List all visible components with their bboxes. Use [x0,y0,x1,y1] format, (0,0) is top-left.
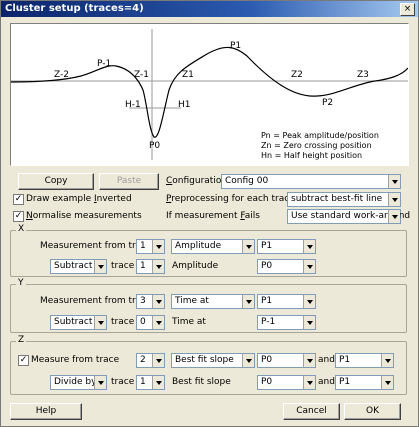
label-z2: Z2 [291,70,303,80]
label-z1: Z1 [182,70,194,80]
preprocessing-label: Preprocessing for each trace [166,194,295,204]
z-trace-label: trace [111,377,135,387]
chevron-down-icon[interactable] [152,240,164,253]
config-label: Configuration [166,176,228,186]
chevron-down-icon[interactable] [242,295,254,308]
legend-zero: Zn = Zero crossing position [261,141,372,150]
chevron-down-icon[interactable] [152,376,164,389]
label-z-2: Z-2 [54,70,69,80]
chevron-down-icon[interactable] [242,240,254,253]
preprocessing-select[interactable]: subtract best-fit line [287,192,401,207]
paste-button[interactable]: Paste [99,173,159,190]
chevron-down-icon[interactable] [303,260,315,273]
label-z-1: Z-1 [134,70,149,80]
chevron-down-icon[interactable] [388,175,400,188]
x-point2-select[interactable]: P0 [257,259,316,274]
fails-select[interactable]: Use standard work-around [287,209,410,224]
y-point-select[interactable]: P1 [257,294,316,309]
chevron-down-icon[interactable] [303,354,315,367]
copy-button[interactable]: Copy [18,173,94,190]
label-p-1: P-1 [97,59,112,69]
z-measure-label: Measure from trace [31,355,120,365]
configuration-select[interactable]: Config 00 [221,174,401,189]
chevron-down-icon[interactable] [94,316,106,329]
y-measurement-label: Measurement from trace [40,296,152,306]
y-operation-select[interactable]: Subtract [50,315,107,330]
x-point-select[interactable]: P1 [257,239,316,254]
y-type-select[interactable]: Time at [171,294,255,309]
y-point2-select[interactable]: P-1 [257,315,316,330]
window-title: Cluster setup (traces=4) [5,3,144,14]
chevron-down-icon[interactable] [242,354,254,367]
chevron-down-icon[interactable] [381,354,393,367]
z-type-select[interactable]: Best fit slope [171,353,255,368]
label-h1: H1 [178,100,191,110]
z-measure-checkbox[interactable]: ✓ [18,355,29,366]
legend-half: Hn = Half height position [261,151,363,160]
chevron-down-icon[interactable] [152,354,164,367]
z-trace2-select[interactable]: 1 [136,375,165,390]
y-trace-select[interactable]: 3 [136,294,165,309]
z-and-label: and [318,355,335,365]
x-trace-select[interactable]: 1 [136,239,165,254]
label-h-1: H-1 [125,100,141,110]
label-p1: P1 [230,41,242,51]
y-type2-label: Time at [172,317,206,327]
label-z3: Z3 [357,70,369,80]
y-trace-label: trace [111,317,135,327]
chevron-down-icon[interactable] [94,376,106,389]
chevron-down-icon[interactable] [303,295,315,308]
z-point-b-select[interactable]: P1 [335,353,394,368]
close-button[interactable]: × [400,3,415,16]
ok-button[interactable]: OK [344,403,401,420]
z-point2-b-select[interactable]: P1 [335,375,394,390]
chevron-down-icon[interactable] [388,210,400,223]
normalise-label: Normalise measurements [26,211,142,221]
z-point-select[interactable]: P0 [257,353,316,368]
chevron-down-icon[interactable] [303,376,315,389]
waveform-path [11,46,408,138]
chevron-down-icon[interactable] [303,240,315,253]
legend-peak: Pn = Peak amplitude/position [261,131,379,140]
group-x-title: X [16,224,27,234]
normalise-checkbox[interactable]: ✓ [13,211,24,222]
label-p2: P2 [322,98,334,108]
cluster-setup-dialog: Cluster setup (traces=4) × Z-2 P-1 Z-1 Z… [0,0,419,427]
chevron-down-icon[interactable] [303,316,315,329]
x-type-select[interactable]: Amplitude [171,239,255,254]
chevron-down-icon[interactable] [388,193,400,206]
x-type2-label: Amplitude [172,261,219,271]
label-p0: P0 [149,141,161,151]
z-trace-select[interactable]: 2 [136,353,165,368]
chevron-down-icon[interactable] [152,295,164,308]
title-bar: Cluster setup (traces=4) × [1,1,418,17]
z-operation-select[interactable]: Divide by [50,375,107,390]
group-z-title: Z [16,335,27,345]
x-trace2-select[interactable]: 1 [136,259,165,274]
group-y-title: Y [16,278,26,288]
z-and2-label: and [318,377,335,387]
chevron-down-icon[interactable] [94,260,106,273]
x-operation-select[interactable]: Subtract [50,259,107,274]
chevron-down-icon[interactable] [381,376,393,389]
chevron-down-icon[interactable] [152,316,164,329]
x-measurement-label: Measurement from trace [40,241,152,251]
draw-inverted-label: Draw example Inverted [26,194,132,204]
y-trace2-select[interactable]: 0 [136,315,165,330]
help-button[interactable]: Help [10,403,82,420]
draw-inverted-checkbox[interactable]: ✓ [13,194,24,205]
fails-label: If measurement Fails [166,211,260,221]
trace-example-plot: Z-2 P-1 Z-1 Z1 P1 Z2 Z3 P2 H-1 H1 P0 Pn … [10,23,409,166]
chevron-down-icon[interactable] [152,260,164,273]
z-point2-select[interactable]: P0 [257,375,316,390]
z-type2-label: Best fit slope [172,377,231,387]
x-trace-label: trace [111,261,135,271]
cancel-button[interactable]: Cancel [283,403,340,420]
